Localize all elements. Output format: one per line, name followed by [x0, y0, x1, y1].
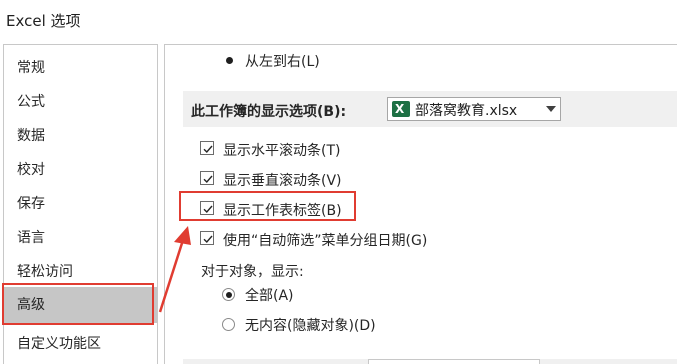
nav-item-proofing[interactable]: 校对 — [4, 153, 157, 187]
annotation-arrow-shaft — [158, 239, 185, 313]
show-all-objects-label: 全部(A) — [245, 288, 294, 304]
group-dates-autofilter-label: 使用“自动筛选”菜单分组日期(G) — [223, 233, 428, 249]
window-title: Excel 选项 — [6, 12, 81, 30]
workbook-select[interactable]: X 部落窝教育.xlsx — [387, 97, 561, 121]
workbook-display-section-title: 此工作簿的显示选项(B): — [191, 104, 347, 120]
objects-display-label: 对于对象，显示: — [201, 264, 304, 280]
workbook-display-section-header: 此工作簿的显示选项(B): X 部落窝教育.xlsx — [183, 91, 677, 127]
excel-file-icon: X — [392, 101, 410, 117]
annotation-arrow-head — [174, 226, 191, 245]
nav-item-data[interactable]: 数据 — [4, 119, 157, 153]
show-horizontal-scrollbar-label: 显示水平滚动条(T) — [223, 143, 341, 159]
show-vertical-scrollbar-label: 显示垂直滚动条(V) — [223, 173, 342, 189]
title-bar: Excel 选项 — [0, 0, 677, 38]
left-to-right-label: 从左到右(L) — [245, 54, 320, 70]
chevron-down-icon — [546, 106, 556, 112]
nav-item-customize-ribbon[interactable]: 自定义功能区 — [4, 327, 157, 361]
next-section-field[interactable] — [368, 359, 540, 364]
nav-item-save[interactable]: 保存 — [4, 187, 157, 221]
hide-objects-radio[interactable] — [222, 318, 235, 331]
show-vertical-scrollbar-checkbox[interactable] — [200, 171, 214, 185]
show-horizontal-scrollbar-checkbox[interactable] — [200, 141, 214, 155]
group-dates-autofilter-checkbox[interactable] — [200, 231, 214, 245]
annotation-arrow — [158, 226, 191, 313]
nav-item-language[interactable]: 语言 — [4, 221, 157, 255]
sheet-tabs-highlight-box — [179, 191, 356, 221]
workbook-select-value: 部落窝教育.xlsx — [415, 103, 518, 119]
nav-item-formulas[interactable]: 公式 — [4, 85, 157, 119]
show-all-objects-radio[interactable] — [222, 288, 235, 301]
nav-highlight-box — [2, 283, 154, 325]
nav-item-general[interactable]: 常规 — [4, 51, 157, 85]
hide-objects-label: 无内容(隐藏对象)(D) — [245, 318, 376, 334]
left-to-right-radio[interactable] — [223, 54, 236, 67]
